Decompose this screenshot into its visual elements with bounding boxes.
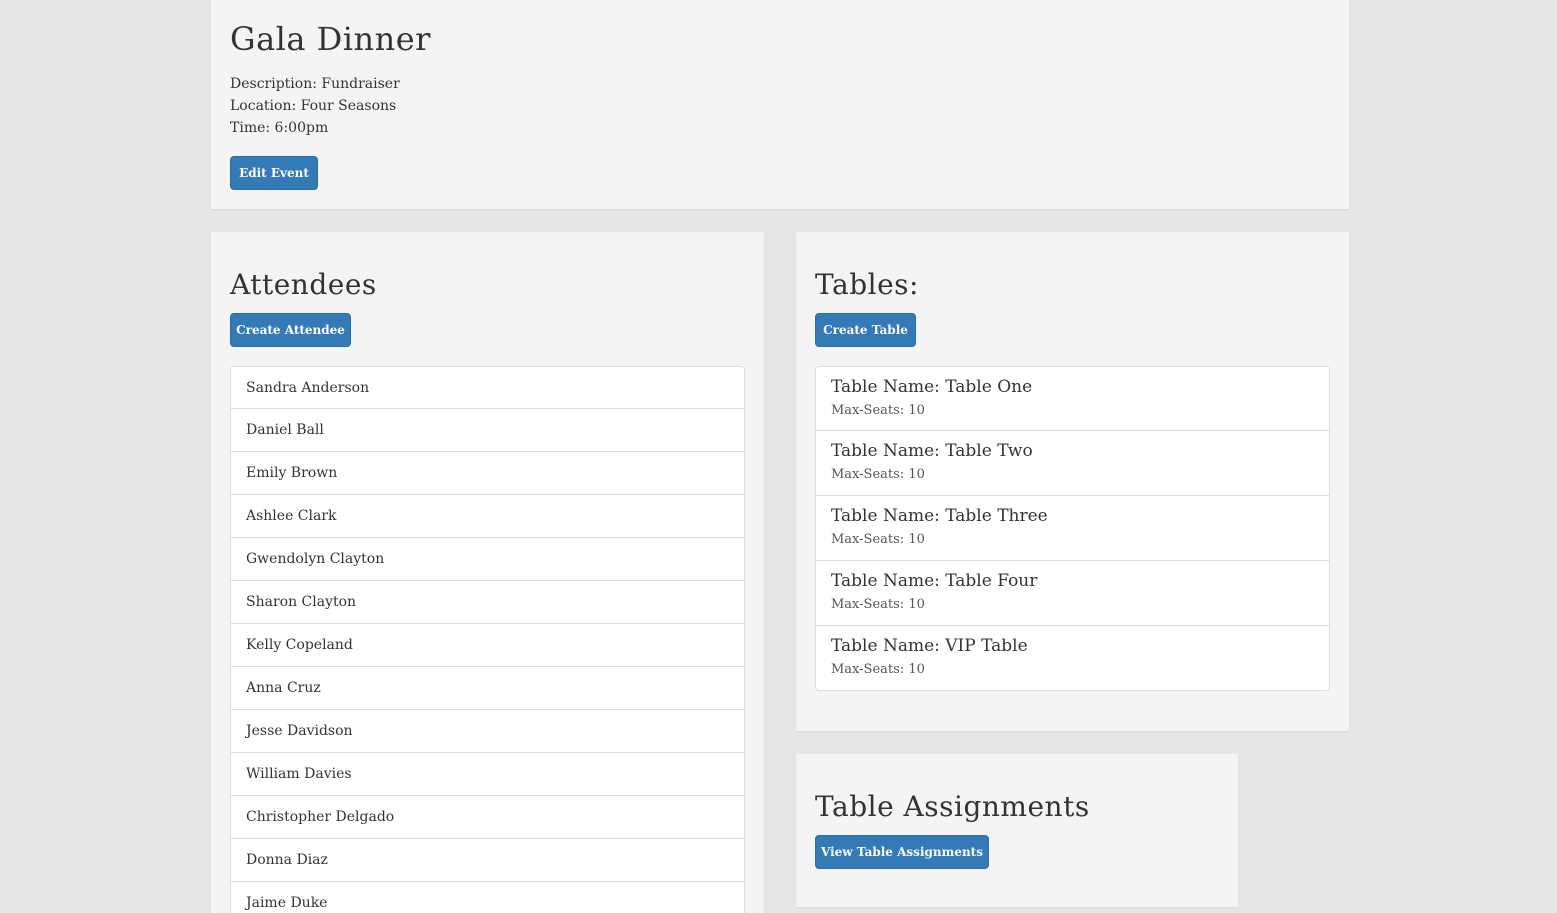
- event-location-value: Four Seasons: [300, 98, 397, 114]
- attendee-list-item[interactable]: Gwendolyn Clayton: [230, 538, 745, 581]
- table-name-label: Table Name:: [831, 377, 940, 397]
- table-name-label: Table Name:: [831, 441, 940, 461]
- event-location-label: Location:: [230, 98, 297, 114]
- attendee-list-item[interactable]: Emily Brown: [230, 452, 745, 495]
- event-description-value: Fundraiser: [321, 76, 400, 92]
- create-attendee-button[interactable]: Create Attendee: [230, 313, 351, 347]
- table-name-value: VIP Table: [945, 636, 1028, 656]
- table-name-value: Table Three: [945, 506, 1048, 526]
- table-name-label: Table Name:: [831, 636, 940, 656]
- attendee-list-item[interactable]: Kelly Copeland: [230, 624, 745, 667]
- table-assignments-panel: Table Assignments View Table Assignments: [796, 754, 1238, 907]
- attendee-list-item[interactable]: Jaime Duke: [230, 882, 745, 913]
- table-list-item[interactable]: Table Name: Table Three Max-Seats: 10: [815, 496, 1330, 561]
- create-table-button[interactable]: Create Table: [815, 313, 916, 347]
- event-description-label: Description:: [230, 76, 317, 92]
- table-list-item[interactable]: Table Name: Table Four Max-Seats: 10: [815, 561, 1330, 626]
- attendee-list: Sandra Anderson Daniel Ball Emily Brown Ash…: [230, 366, 745, 913]
- view-table-assignments-button[interactable]: View Table Assignments: [815, 835, 989, 869]
- table-list: Table Name: Table One Max-Seats: 10 Table …: [815, 366, 1330, 691]
- table-name-label: Table Name:: [831, 571, 940, 591]
- table-assignments-heading: Table Assignments: [815, 790, 1090, 823]
- table-name-label: Table Name:: [831, 506, 940, 526]
- table-name: Table Name: VIP Table: [831, 635, 1314, 657]
- edit-event-button[interactable]: Edit Event: [230, 156, 318, 190]
- event-title: Gala Dinner: [230, 20, 431, 58]
- table-max-seats-label: Max-Seats:: [831, 662, 905, 677]
- table-name-value: Table One: [945, 377, 1033, 397]
- table-max-seats-value: 10: [908, 532, 925, 547]
- attendees-heading: Attendees: [230, 268, 377, 301]
- event-location: Location: Four Seasons: [230, 98, 396, 114]
- attendee-list-item[interactable]: Anna Cruz: [230, 667, 745, 710]
- table-max-seats-value: 10: [908, 467, 925, 482]
- table-max-seats-label: Max-Seats:: [831, 597, 905, 612]
- attendees-panel: Attendees Create Attendee Sandra Anderso…: [211, 232, 764, 913]
- table-name: Table Name: Table Three: [831, 505, 1314, 527]
- table-list-item[interactable]: Table Name: Table Two Max-Seats: 10: [815, 431, 1330, 496]
- table-max-seats-value: 10: [908, 403, 925, 418]
- event-time-label: Time:: [230, 120, 271, 136]
- table-name: Table Name: Table Four: [831, 570, 1314, 592]
- table-max-seats: Max-Seats: 10: [831, 594, 1314, 616]
- table-name: Table Name: Table One: [831, 376, 1314, 398]
- attendee-list-item[interactable]: William Davies: [230, 753, 745, 796]
- table-list-item[interactable]: Table Name: VIP Table Max-Seats: 10: [815, 626, 1330, 691]
- table-max-seats: Max-Seats: 10: [831, 659, 1314, 681]
- table-max-seats-label: Max-Seats:: [831, 532, 905, 547]
- attendee-list-item[interactable]: Jesse Davidson: [230, 710, 745, 753]
- page: Gala Dinner Description: Fundraiser Loca…: [0, 0, 1557, 913]
- table-max-seats-value: 10: [908, 597, 925, 612]
- attendee-list-item[interactable]: Sharon Clayton: [230, 581, 745, 624]
- table-name: Table Name: Table Two: [831, 440, 1314, 462]
- table-max-seats: Max-Seats: 10: [831, 464, 1314, 486]
- table-max-seats-value: 10: [908, 662, 925, 677]
- event-time: Time: 6:00pm: [230, 120, 328, 136]
- event-description: Description: Fundraiser: [230, 76, 400, 92]
- attendee-list-item[interactable]: Daniel Ball: [230, 409, 745, 452]
- table-max-seats-label: Max-Seats:: [831, 467, 905, 482]
- table-list-item[interactable]: Table Name: Table One Max-Seats: 10: [815, 366, 1330, 431]
- tables-panel: Tables: Create Table Table Name: Table O…: [796, 232, 1349, 731]
- table-name-value: Table Four: [945, 571, 1038, 591]
- attendee-list-item[interactable]: Donna Diaz: [230, 839, 745, 882]
- attendee-list-item[interactable]: Sandra Anderson: [230, 366, 745, 409]
- table-max-seats: Max-Seats: 10: [831, 529, 1314, 551]
- tables-heading: Tables:: [815, 268, 919, 301]
- table-max-seats: Max-Seats: 10: [831, 400, 1314, 422]
- table-name-value: Table Two: [945, 441, 1033, 461]
- attendee-list-item[interactable]: Ashlee Clark: [230, 495, 745, 538]
- attendee-list-item[interactable]: Christopher Delgado: [230, 796, 745, 839]
- table-max-seats-label: Max-Seats:: [831, 403, 905, 418]
- event-panel: Gala Dinner Description: Fundraiser Loca…: [211, 0, 1349, 209]
- event-time-value: 6:00pm: [274, 120, 329, 136]
